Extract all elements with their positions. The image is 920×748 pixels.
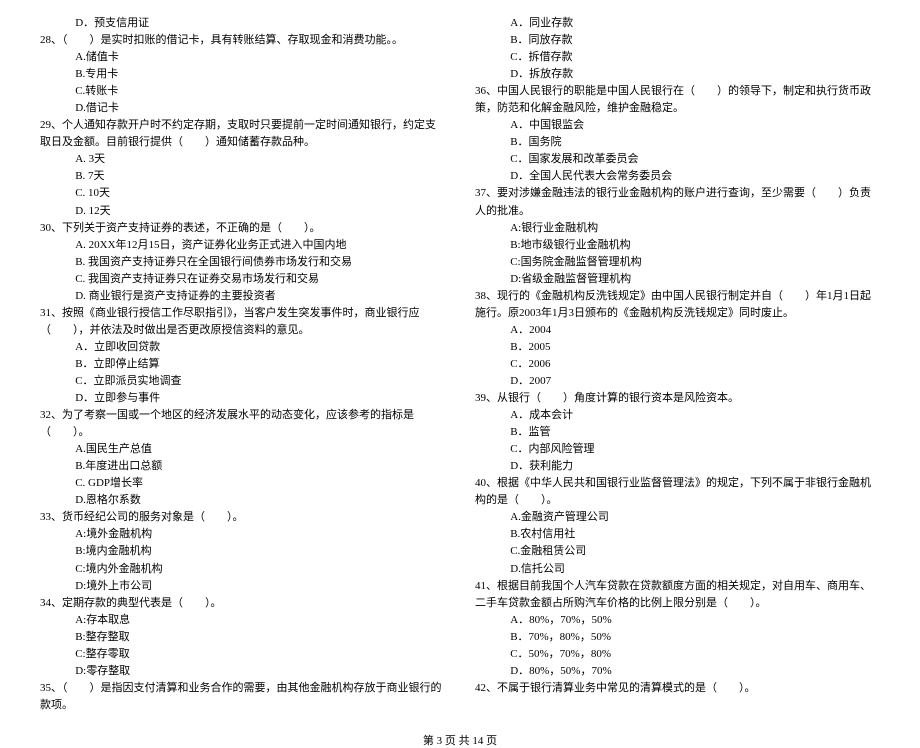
question-37: 37、要对涉嫌金融违法的银行业金融机构的账户进行查询，至少需要（ ）负责人的批准… xyxy=(475,185,880,219)
option: D.恩格尔系数 xyxy=(40,492,445,509)
option: D. 12天 xyxy=(40,203,445,220)
option: D.信托公司 xyxy=(475,561,880,578)
option: A:境外金融机构 xyxy=(40,526,445,543)
option: A．立即收回贷款 xyxy=(40,339,445,356)
option: C．立即派员实地调查 xyxy=(40,373,445,390)
option: B:整存整取 xyxy=(40,629,445,646)
option: A:银行业金融机构 xyxy=(475,220,880,237)
option: D．80%，50%，70% xyxy=(475,663,880,680)
option: D:省级金融监督管理机构 xyxy=(475,271,880,288)
option: C:境内外金融机构 xyxy=(40,561,445,578)
option: D．立即参与事件 xyxy=(40,390,445,407)
option: A. 20XX年12月15日，资产证券化业务正式进入中国内地 xyxy=(40,237,445,254)
option: D．获利能力 xyxy=(475,458,880,475)
question-35: 35、（ ）是指因支付清算和业务合作的需要，由其他金融机构存放于商业银行的款项。 xyxy=(40,680,445,714)
option: C. 10天 xyxy=(40,185,445,202)
option: A．80%，70%，50% xyxy=(475,612,880,629)
question-40: 40、根据《中华人民共和国银行业监督管理法》的规定，下列不属于非银行金融机构的是… xyxy=(475,475,880,509)
option: C. GDP增长率 xyxy=(40,475,445,492)
page-footer: 第 3 页 共 14 页 xyxy=(0,732,920,748)
question-30: 30、下列关于资产支持证券的表述，不正确的是（ ）。 xyxy=(40,220,445,237)
option: B．立即停止结算 xyxy=(40,356,445,373)
option: D．2007 xyxy=(475,373,880,390)
option: C．2006 xyxy=(475,356,880,373)
option: B.农村信用社 xyxy=(475,526,880,543)
option: B．监管 xyxy=(475,424,880,441)
question-42: 42、不属于银行清算业务中常见的清算模式的是（ ）。 xyxy=(475,680,880,697)
option: A．2004 xyxy=(475,322,880,339)
option: B:境内金融机构 xyxy=(40,543,445,560)
question-28: 28、（ ）是实时扣账的借记卡，具有转账结算、存取现金和消费功能。。 xyxy=(40,32,445,49)
option: C. 我国资产支持证券只在证券交易市场发行和交易 xyxy=(40,271,445,288)
option: A．成本会计 xyxy=(475,407,880,424)
option: A.储值卡 xyxy=(40,49,445,66)
question-33: 33、货币经纪公司的服务对象是（ ）。 xyxy=(40,509,445,526)
option: D．拆放存款 xyxy=(475,66,880,83)
option: C:整存零取 xyxy=(40,646,445,663)
option: C.转账卡 xyxy=(40,83,445,100)
option: B．2005 xyxy=(475,339,880,356)
question-31: 31、按照《商业银行授信工作尽职指引》，当客户发生突发事件时，商业银行应（ ），… xyxy=(40,305,445,339)
page-content: D．预支信用证 28、（ ）是实时扣账的借记卡，具有转账结算、存取现金和消费功能… xyxy=(0,0,920,714)
question-36: 36、中国人民银行的职能是中国人民银行在（ ）的领导下，制定和执行货币政策，防范… xyxy=(475,83,880,117)
question-32: 32、为了考察一国或一个地区的经济发展水平的动态变化，应该参考的指标是（ ）。 xyxy=(40,407,445,441)
option: B．同放存款 xyxy=(475,32,880,49)
option: B．70%，80%，50% xyxy=(475,629,880,646)
option: A:存本取息 xyxy=(40,612,445,629)
right-column: A．同业存款 B．同放存款 C．拆借存款 D．拆放存款 36、中国人民银行的职能… xyxy=(475,15,880,714)
question-38: 38、现行的《金融机构反洗钱规定》由中国人民银行制定并自（ ）年1月1日起施行。… xyxy=(475,288,880,322)
option: D．全国人民代表大会常务委员会 xyxy=(475,168,880,185)
option: B.专用卡 xyxy=(40,66,445,83)
option: B.年度进出口总额 xyxy=(40,458,445,475)
option: A．中国银监会 xyxy=(475,117,880,134)
option: C．50%，70%，80% xyxy=(475,646,880,663)
option: A. 3天 xyxy=(40,151,445,168)
option: A.金融资产管理公司 xyxy=(475,509,880,526)
question-39: 39、从银行（ ）角度计算的银行资本是风险资本。 xyxy=(475,390,880,407)
option: D．预支信用证 xyxy=(40,15,445,32)
option: B．国务院 xyxy=(475,134,880,151)
option: A．同业存款 xyxy=(475,15,880,32)
question-34: 34、定期存款的典型代表是（ ）。 xyxy=(40,595,445,612)
option: D. 商业银行是资产支持证券的主要投资者 xyxy=(40,288,445,305)
option: C．拆借存款 xyxy=(475,49,880,66)
option: C．国家发展和改革委员会 xyxy=(475,151,880,168)
question-41: 41、根据目前我国个人汽车贷款在贷款额度方面的相关规定，对自用车、商用车、二手车… xyxy=(475,578,880,612)
option: B:地市级银行业金融机构 xyxy=(475,237,880,254)
option: C．内部风险管理 xyxy=(475,441,880,458)
option: C.金融租赁公司 xyxy=(475,543,880,560)
option: D:境外上市公司 xyxy=(40,578,445,595)
option: D:零存整取 xyxy=(40,663,445,680)
question-29: 29、个人通知存款开户时不约定存期，支取时只要提前一定时间通知银行，约定支取日及… xyxy=(40,117,445,151)
option: B. 我国资产支持证券只在全国银行间债券市场发行和交易 xyxy=(40,254,445,271)
left-column: D．预支信用证 28、（ ）是实时扣账的借记卡，具有转账结算、存取现金和消费功能… xyxy=(40,15,445,714)
option: D.借记卡 xyxy=(40,100,445,117)
option: B. 7天 xyxy=(40,168,445,185)
option: A.国民生产总值 xyxy=(40,441,445,458)
option: C:国务院金融监督管理机构 xyxy=(475,254,880,271)
